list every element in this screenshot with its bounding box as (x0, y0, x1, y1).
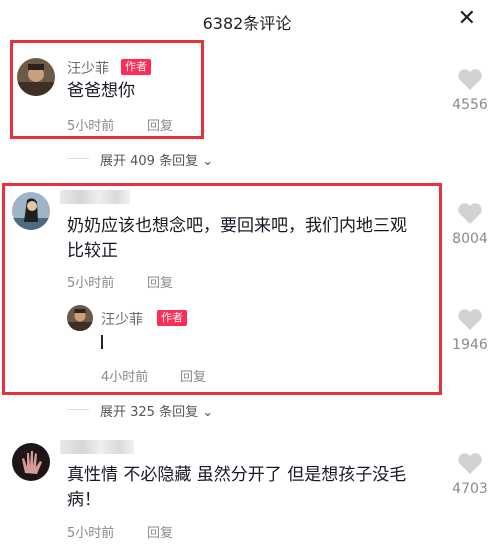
comment-author-name-blurred[interactable] (60, 440, 134, 454)
comment-author-name-blurred[interactable] (60, 190, 130, 204)
reply-button[interactable]: 回复 (180, 366, 206, 385)
comment-text-line-1: 奶奶应该也想念吧，要回来吧，我们内地三观 (67, 216, 407, 236)
expand-replies-button[interactable]: 展开 409 条回复 ⌄ (100, 150, 213, 169)
avatar-photo-icon (12, 192, 50, 230)
comment-timestamp: 5小时前 (67, 526, 115, 541)
like-count: 1946 (452, 337, 488, 353)
expand-divider (67, 409, 89, 410)
reply-button[interactable]: 回复 (147, 115, 173, 134)
avatar-hand-icon (12, 443, 50, 481)
like-button[interactable]: 4556 (445, 68, 494, 113)
comment-text-line-1: 真性情 不必隐藏 虽然分开了 但是想孩子没毛 (67, 465, 407, 485)
close-icon[interactable]: ✕ (458, 6, 476, 32)
author-badge: 作者 (157, 310, 187, 326)
expand-replies-label: 展开 325 条回复 (100, 405, 199, 420)
like-button[interactable]: 1946 (445, 308, 494, 353)
comment-timestamp: 5小时前 (67, 119, 115, 134)
like-count: 8004 (452, 231, 488, 247)
comments-header: 6382条评论 ✕ (0, 0, 494, 40)
expand-divider (67, 158, 89, 159)
author-badge: 作者 (121, 59, 151, 75)
comment-timestamp: 5小时前 (67, 276, 115, 291)
reply-button[interactable]: 回复 (147, 272, 173, 291)
avatar[interactable] (12, 192, 50, 230)
avatar[interactable] (67, 305, 93, 331)
chevron-down-icon: ⌄ (202, 154, 214, 169)
reply-timestamp: 4小时前 (101, 370, 149, 385)
heart-icon (458, 203, 482, 224)
comment-count-title: 6382条评论 (202, 14, 292, 33)
heart-icon (458, 69, 482, 90)
heart-icon (458, 453, 482, 474)
like-button[interactable]: 4703 (445, 452, 494, 497)
avatar-photo-icon (67, 305, 93, 331)
heart-icon (458, 309, 482, 330)
comment-text-line-2: 比较正 (67, 241, 118, 261)
expand-replies-button[interactable]: 展开 325 条回复 ⌄ (100, 401, 213, 420)
avatar[interactable] (17, 58, 55, 96)
chevron-down-icon: ⌄ (202, 405, 214, 420)
text-cursor (101, 335, 103, 349)
like-count: 4703 (452, 481, 488, 497)
avatar[interactable] (12, 443, 50, 481)
comment-text: 爸爸想你 (67, 81, 135, 101)
reply-author-name[interactable]: 汪少菲 (101, 309, 143, 329)
reply-button[interactable]: 回复 (147, 522, 173, 541)
avatar-photo-icon (17, 58, 55, 96)
comment-author-name[interactable]: 汪少菲 (67, 58, 109, 78)
like-count: 4556 (452, 97, 488, 113)
expand-replies-label: 展开 409 条回复 (100, 154, 199, 169)
like-button[interactable]: 8004 (445, 202, 494, 247)
comment-text-line-2: 病！ (67, 490, 101, 510)
